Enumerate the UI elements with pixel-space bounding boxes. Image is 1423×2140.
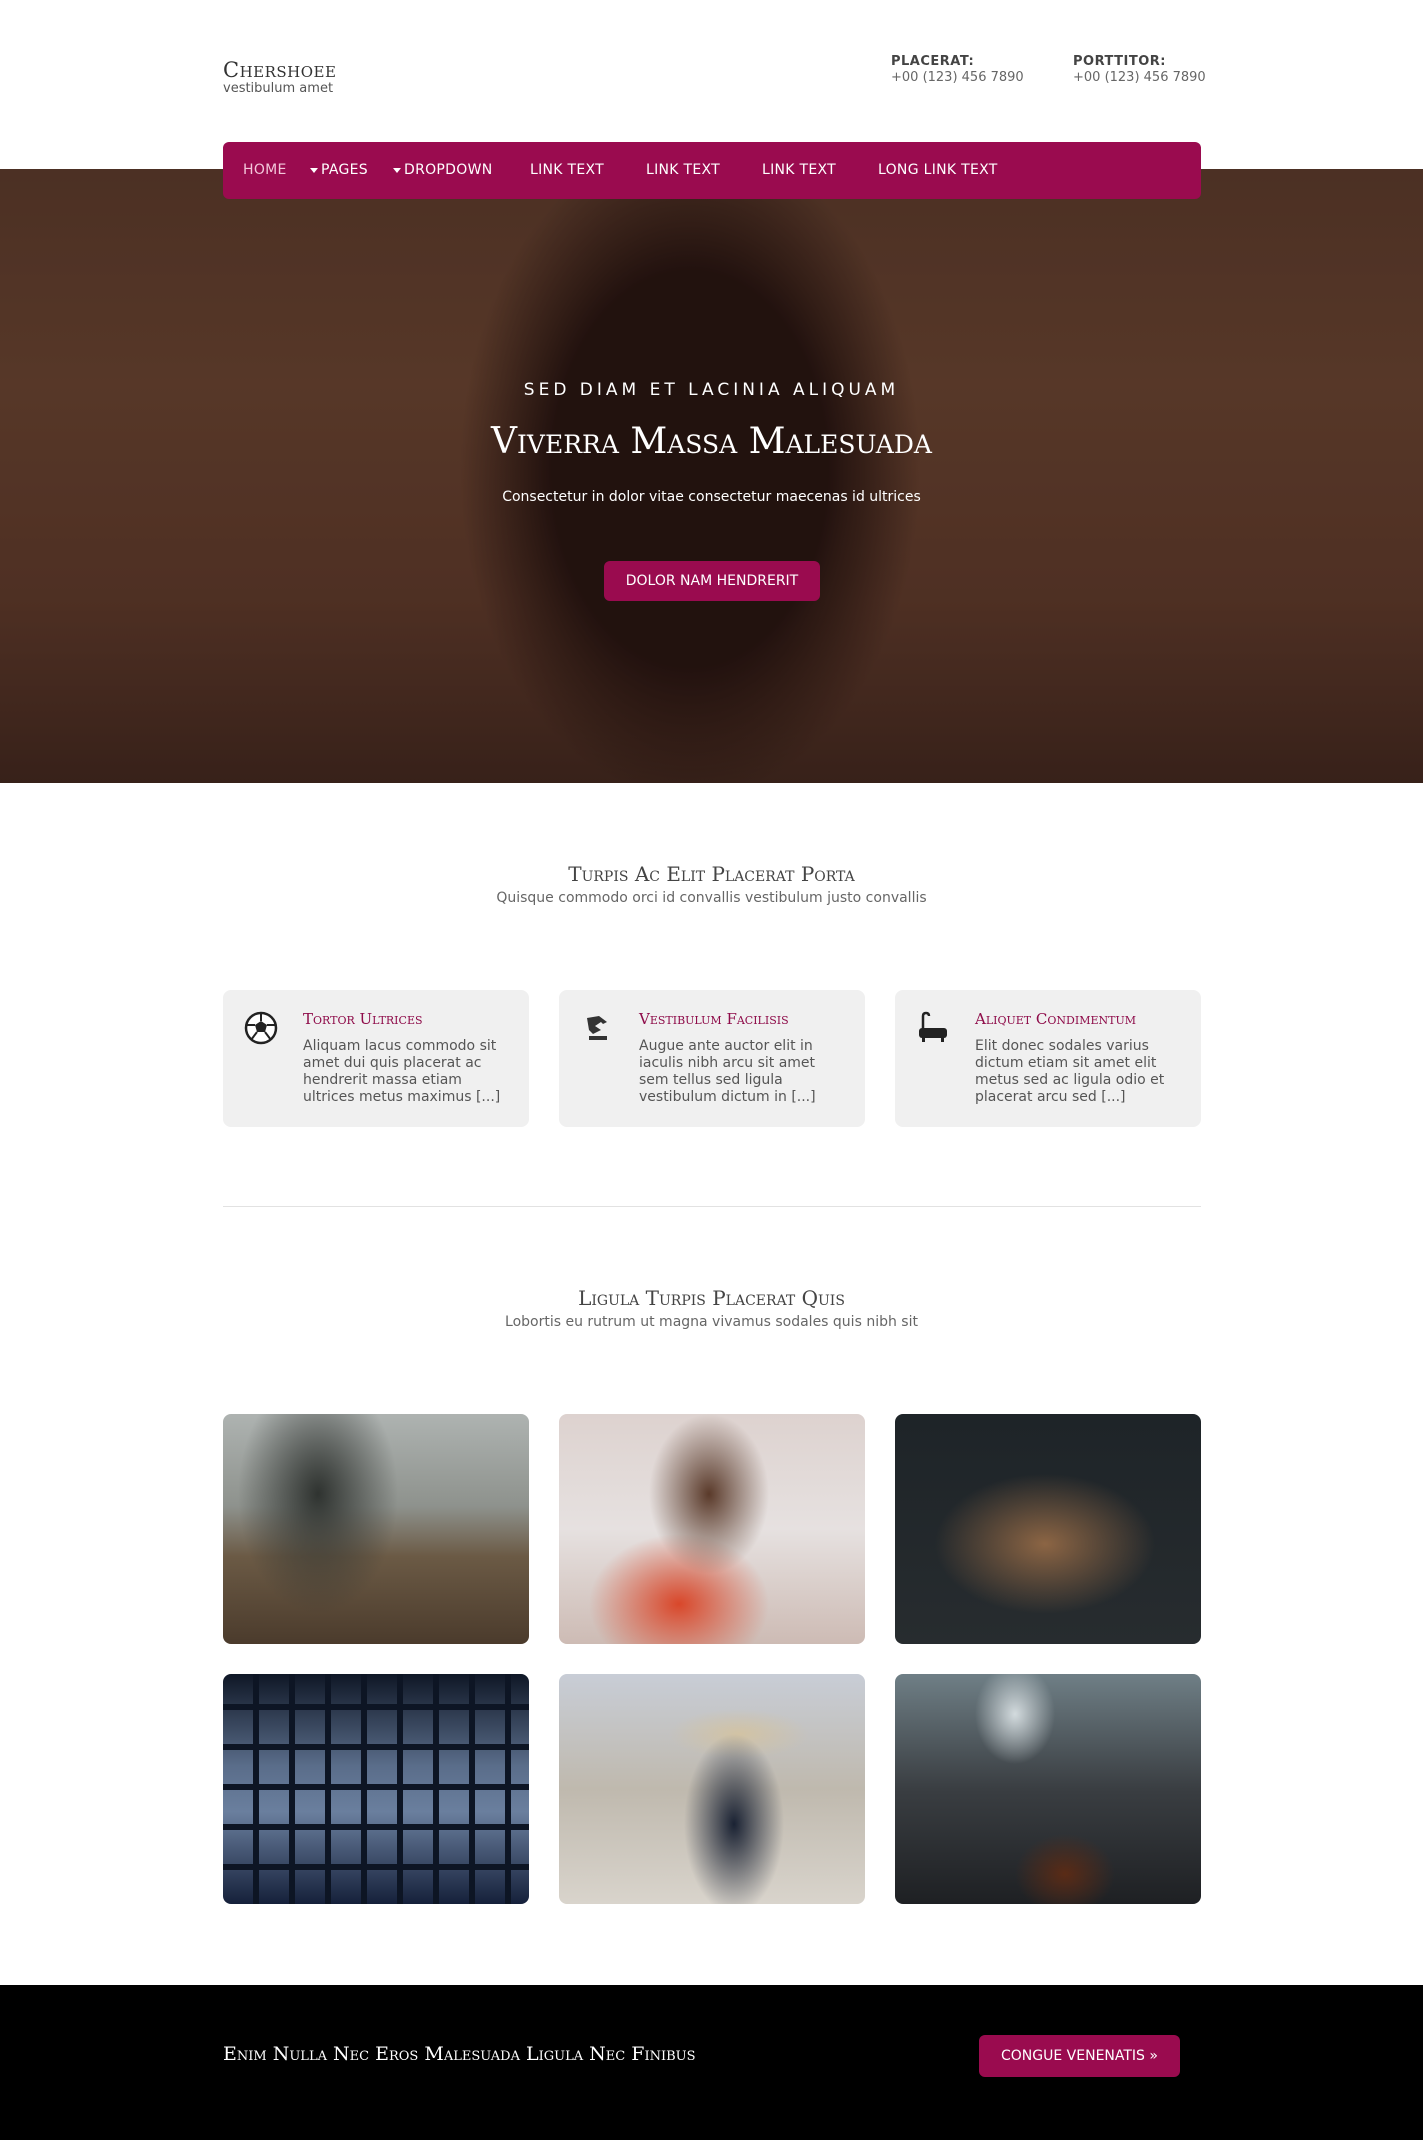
feature-card[interactable]: Vestibulum Facilisis Augue ante auctor e…	[559, 990, 865, 1127]
hero-cta-button[interactable]: DOLOR NAM HENDRERIT	[604, 561, 820, 601]
cta-footer-band: Enim Nulla Nec Eros Malesuada Ligula Nec…	[0, 1985, 1423, 2140]
contact-placerat: PLACERAT: +00 (123) 456 7890	[891, 54, 1024, 86]
caret-down-icon	[393, 167, 401, 173]
feature-card-text: Augue ante auctor elit in iaculis nibh a…	[639, 1038, 816, 1105]
feature-card-text: Elit donec sodales varius dictum etiam s…	[975, 1038, 1165, 1105]
feature-card-title: Aliquet Condimentum	[975, 1010, 1136, 1028]
gallery-photo-bread[interactable]	[895, 1414, 1201, 1644]
gallery-title: Ligula Turpis Placerat Quis	[578, 1286, 845, 1310]
main-nav: HOME PAGES DROPDOWN LINK TEXT LINK TEXT …	[223, 142, 1201, 199]
feature-card-title: Tortor Ultrices	[303, 1010, 423, 1028]
contact-phone: +00 (123) 456 7890	[891, 70, 1024, 85]
logo-title: Chershoee	[223, 58, 337, 82]
features-subtitle: Quisque commodo orci id convallis vestib…	[496, 890, 927, 906]
nav-item-label: PAGES	[321, 162, 368, 178]
footer-cta-button[interactable]: CONGUE VENENATIS »	[979, 2035, 1180, 2077]
feature-card[interactable]: Tortor Ultrices Aliquam lacus commodo si…	[223, 990, 529, 1127]
hero-title: Viverra Massa Malesuada	[491, 421, 932, 462]
chess-knight-icon	[587, 1016, 607, 1040]
nav-item-label: LINK TEXT	[646, 162, 721, 178]
features-title: Turpis Ac Elit Placerat Porta	[568, 862, 855, 886]
feature-card[interactable]: Aliquet Condimentum Elit donec sodales v…	[895, 990, 1201, 1127]
feature-card-text: Aliquam lacus commodo sit amet dui quis …	[303, 1038, 501, 1105]
logo-subtitle: vestibulum amet	[223, 81, 334, 96]
caret-down-icon	[310, 167, 318, 173]
nav-item-label: LINK TEXT	[762, 162, 837, 178]
nav-item-pages[interactable]: PAGES	[310, 142, 368, 199]
site-logo[interactable]: Chershoee vestibulum amet	[223, 58, 336, 96]
nav-item-link-3[interactable]: LINK TEXT	[762, 142, 836, 199]
feature-card-title: Vestibulum Facilisis	[639, 1010, 789, 1028]
hero-kicker: SED DIAM ET LACINIA ALIQUAM	[523, 380, 900, 400]
hero-subtitle: Consectetur in dolor vitae consectetur m…	[502, 489, 921, 505]
gallery-photo-milk-pour[interactable]	[895, 1674, 1201, 1904]
hero-banner: SED DIAM ET LACINIA ALIQUAM Viverra Mass…	[0, 169, 1423, 783]
contact-porttitor: PORTTITOR: +00 (123) 456 7890	[1073, 54, 1206, 86]
gallery-photo-child-hat[interactable]	[559, 1674, 865, 1904]
contact-label: PORTTITOR:	[1073, 54, 1167, 69]
gallery-photo-woman-blossoms[interactable]	[559, 1414, 865, 1644]
nav-item-link-1[interactable]: LINK TEXT	[530, 142, 604, 199]
footer-text: Enim Nulla Nec Eros Malesuada Ligula Nec…	[223, 2043, 696, 2065]
gallery-photo-window-grid[interactable]	[223, 1674, 529, 1904]
contact-phone: +00 (123) 456 7890	[1073, 70, 1206, 85]
nav-item-link-2[interactable]: LINK TEXT	[646, 142, 720, 199]
contact-label: PLACERAT:	[891, 54, 975, 69]
gallery-photo-hiker[interactable]	[223, 1414, 529, 1644]
nav-item-long-link[interactable]: LONG LINK TEXT	[878, 142, 998, 199]
hero-overlay	[0, 169, 1423, 783]
nav-item-home[interactable]: HOME	[243, 142, 287, 199]
soccer-ball-icon	[244, 1011, 278, 1045]
nav-item-label: DROPDOWN	[404, 162, 493, 178]
nav-item-label: HOME	[243, 162, 287, 178]
gallery-subtitle: Lobortis eu rutrum ut magna vivamus soda…	[505, 1314, 918, 1330]
nav-item-dropdown[interactable]: DROPDOWN	[393, 142, 493, 199]
nav-item-label: LINK TEXT	[530, 162, 605, 178]
bathtub-icon	[919, 1011, 947, 1042]
nav-item-label: LONG LINK TEXT	[878, 162, 998, 178]
section-divider	[223, 1206, 1201, 1207]
